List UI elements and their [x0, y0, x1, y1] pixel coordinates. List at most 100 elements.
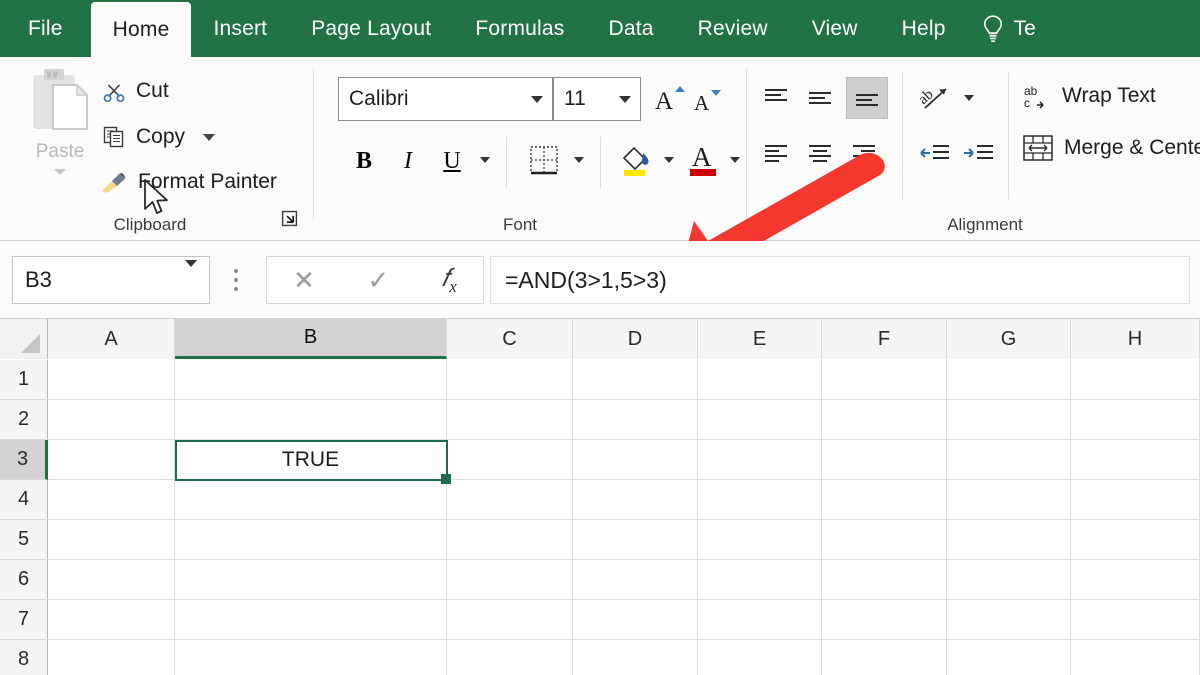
merge-and-center-button[interactable]: Merge & Cente — [1022, 133, 1200, 163]
cell-H4[interactable] — [1071, 480, 1200, 520]
column-header-g[interactable]: G — [947, 319, 1071, 359]
row-header-1[interactable]: 1 — [0, 360, 48, 400]
underline-dropdown-caret-icon[interactable] — [480, 157, 490, 163]
cell-G3[interactable] — [947, 440, 1071, 480]
tab-view[interactable]: View — [790, 0, 880, 57]
cell-A2[interactable] — [48, 400, 175, 440]
cell-E3[interactable] — [698, 440, 822, 480]
cell-A5[interactable] — [48, 520, 175, 560]
cell-F2[interactable] — [822, 400, 947, 440]
cell-H5[interactable] — [1071, 520, 1200, 560]
paste-button[interactable]: Paste — [12, 65, 108, 215]
align-left-button[interactable] — [758, 137, 794, 171]
font-color-dropdown-caret-icon[interactable] — [730, 157, 740, 163]
align-bottom-button[interactable] — [846, 77, 888, 119]
row-header-6[interactable]: 6 — [0, 560, 48, 600]
orientation-button[interactable]: ab — [916, 79, 956, 119]
tell-me-box[interactable]: Te — [968, 0, 1036, 57]
tab-page-layout[interactable]: Page Layout — [289, 0, 453, 57]
column-header-c[interactable]: C — [447, 319, 573, 359]
cell-C2[interactable] — [447, 400, 573, 440]
cell-D1[interactable] — [573, 360, 698, 400]
cell-E4[interactable] — [698, 480, 822, 520]
cell-A7[interactable] — [48, 600, 175, 640]
font-name-dropdown-icon[interactable] — [522, 78, 552, 120]
fill-handle[interactable] — [441, 474, 451, 484]
cell-A4[interactable] — [48, 480, 175, 520]
column-header-b[interactable]: B — [175, 319, 447, 359]
column-header-f[interactable]: F — [822, 319, 947, 359]
cell-G2[interactable] — [947, 400, 1071, 440]
cell-C3[interactable] — [447, 440, 573, 480]
wrap-text-button[interactable]: ab c Wrap Text — [1022, 81, 1156, 111]
cell-C1[interactable] — [447, 360, 573, 400]
cell-H3[interactable] — [1071, 440, 1200, 480]
bold-button[interactable]: B — [346, 141, 382, 181]
cell-F5[interactable] — [822, 520, 947, 560]
cell-F7[interactable] — [822, 600, 947, 640]
decrease-font-size-button[interactable]: A — [692, 83, 724, 119]
italic-button[interactable]: I — [390, 141, 426, 181]
cell-C8[interactable] — [447, 640, 573, 675]
tab-file[interactable]: File — [0, 0, 91, 57]
cell-H7[interactable] — [1071, 600, 1200, 640]
cell-B1[interactable] — [175, 360, 447, 400]
dialog-launcher-icon[interactable] — [281, 210, 298, 227]
tab-insert[interactable]: Insert — [191, 0, 289, 57]
row-header-8[interactable]: 8 — [0, 640, 48, 675]
name-box-dropdown-icon[interactable] — [185, 267, 197, 293]
cell-B6[interactable] — [175, 560, 447, 600]
cell-G6[interactable] — [947, 560, 1071, 600]
cell-H2[interactable] — [1071, 400, 1200, 440]
cancel-x-icon[interactable]: ✕ — [293, 267, 315, 293]
cell-C6[interactable] — [447, 560, 573, 600]
cell-B2[interactable] — [175, 400, 447, 440]
font-color-button[interactable]: A — [684, 137, 724, 183]
formula-bar-handle[interactable] — [234, 269, 238, 291]
cell-D7[interactable] — [573, 600, 698, 640]
cell-A3[interactable] — [48, 440, 175, 480]
cell-E8[interactable] — [698, 640, 822, 675]
cell-C4[interactable] — [447, 480, 573, 520]
cell-B4[interactable] — [175, 480, 447, 520]
font-size-combo[interactable]: 11 — [553, 77, 641, 121]
row-header-4[interactable]: 4 — [0, 480, 48, 520]
cell-D6[interactable] — [573, 560, 698, 600]
name-box[interactable]: B3 — [12, 256, 210, 304]
cell-F8[interactable] — [822, 640, 947, 675]
cell-H1[interactable] — [1071, 360, 1200, 400]
align-center-button[interactable] — [802, 137, 838, 171]
select-all-corner[interactable] — [0, 319, 48, 359]
cell-F3[interactable] — [822, 440, 947, 480]
cell-H8[interactable] — [1071, 640, 1200, 675]
formula-input[interactable]: =AND(3>1,5>3) — [490, 256, 1190, 304]
enter-check-icon[interactable]: ✓ — [367, 267, 389, 293]
paste-dropdown-caret-icon[interactable] — [54, 169, 66, 175]
column-header-d[interactable]: D — [573, 319, 698, 359]
cell-G8[interactable] — [947, 640, 1071, 675]
cell-F6[interactable] — [822, 560, 947, 600]
copy-button[interactable]: Copy — [102, 125, 215, 149]
row-header-2[interactable]: 2 — [0, 400, 48, 440]
fx-icon[interactable]: 𝑓x — [441, 266, 456, 295]
cell-B8[interactable] — [175, 640, 447, 675]
align-right-button[interactable] — [846, 137, 882, 171]
align-top-button[interactable] — [758, 81, 794, 115]
cell-D5[interactable] — [573, 520, 698, 560]
cell-G4[interactable] — [947, 480, 1071, 520]
underline-button[interactable]: U — [434, 141, 470, 181]
cell-B7[interactable] — [175, 600, 447, 640]
cell-D3[interactable] — [573, 440, 698, 480]
tab-review[interactable]: Review — [676, 0, 790, 57]
tab-help[interactable]: Help — [880, 0, 968, 57]
cell-A6[interactable] — [48, 560, 175, 600]
cell-H6[interactable] — [1071, 560, 1200, 600]
decrease-indent-button[interactable] — [914, 137, 954, 171]
copy-dropdown-caret-icon[interactable] — [203, 134, 215, 141]
cell-E6[interactable] — [698, 560, 822, 600]
cell-G7[interactable] — [947, 600, 1071, 640]
cell-G1[interactable] — [947, 360, 1071, 400]
cell-A8[interactable] — [48, 640, 175, 675]
increase-font-size-button[interactable]: A — [653, 79, 687, 119]
row-header-7[interactable]: 7 — [0, 600, 48, 640]
